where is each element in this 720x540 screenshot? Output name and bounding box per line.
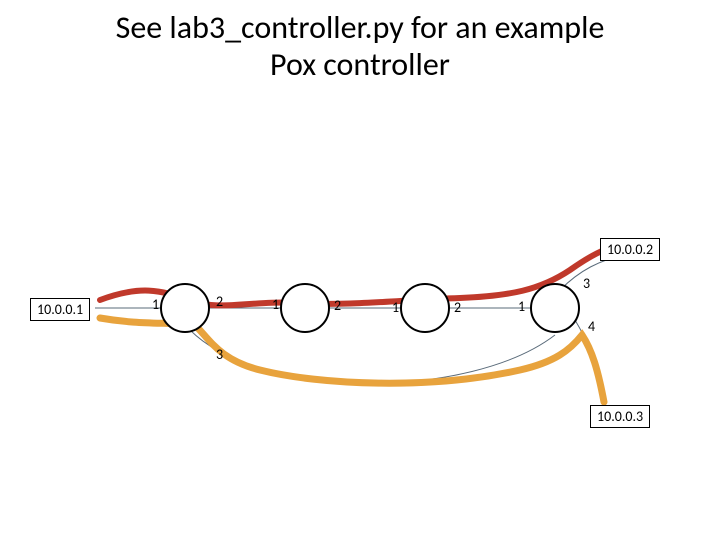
- host-2: 10.0.0.2: [600, 238, 660, 261]
- switch-3: [401, 284, 449, 332]
- switch-4: [531, 284, 579, 332]
- port-s3-2: 2: [454, 299, 461, 316]
- topology-diagram: [0, 0, 720, 540]
- host-1-label: 10.0.0.1: [37, 301, 83, 318]
- port-s4-3: 3: [583, 275, 590, 292]
- host-2-label: 10.0.0.2: [607, 241, 653, 258]
- port-s2-2: 2: [334, 297, 341, 314]
- switch-2: [281, 284, 329, 332]
- port-s3-1: 1: [392, 299, 399, 316]
- switch-1: [161, 284, 209, 332]
- port-s2-1: 1: [272, 296, 279, 313]
- host-1: 10.0.0.1: [30, 298, 90, 321]
- host-3-label: 10.0.0.3: [597, 408, 643, 425]
- port-s4-1: 1: [518, 298, 525, 315]
- port-s4-4: 4: [588, 318, 595, 335]
- port-s1-3: 3: [216, 346, 223, 363]
- host-3: 10.0.0.3: [590, 405, 650, 428]
- port-s1-2: 2: [216, 293, 223, 310]
- port-s1-1: 1: [152, 296, 159, 313]
